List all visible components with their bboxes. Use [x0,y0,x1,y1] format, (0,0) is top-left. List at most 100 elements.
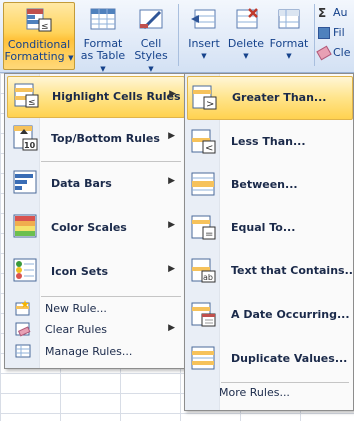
chevron-down-icon: ▼ [68,54,74,62]
less-than-icon: < [191,129,217,155]
menu-item-new-rule[interactable]: New Rule... [7,298,183,318]
fill-button[interactable]: Fil [318,24,345,42]
eraser-icon [316,45,332,61]
svg-text:10: 10 [24,141,36,150]
highlight-cells-icon: ≤ [14,83,40,109]
submenu-arrow-icon: ▶ [168,131,175,141]
submenu-item-greater-than[interactable]: > Greater Than... [187,76,353,120]
chevron-down-icon: ▼ [286,52,292,60]
format-label: Format [269,37,309,50]
top-bottom-icon: 10 [13,125,39,151]
duplicate-values-icon [191,346,217,372]
conditional-formatting-label-2: Formatting [4,50,65,63]
greater-than-icon: > [192,85,218,111]
date-occurring-icon [191,302,217,328]
submenu-item-label: Between... [231,178,298,191]
chevron-down-icon: ▼ [100,65,106,73]
autosum-label: Au [333,6,348,19]
submenu-item-date-occurring[interactable]: A Date Occurring... [187,294,351,336]
submenu-item-less-than[interactable]: < Less Than... [187,121,351,163]
autosum-button[interactable]: Σ Au [318,4,348,22]
submenu-arrow-icon: ▶ [169,89,176,99]
conditional-formatting-menu: ≤ Highlight Cells Rules ▶ 10 Top/Bottom … [4,73,186,369]
format-cells-icon [274,6,304,34]
menu-item-color-scales[interactable]: Color Scales ▶ [7,208,183,248]
format-button[interactable]: Format ▼ [268,2,310,68]
menu-item-label: New Rule... [45,302,107,315]
chevron-down-icon: ▼ [201,52,207,60]
menu-item-data-bars[interactable]: Data Bars ▶ [7,164,183,204]
cell-styles-button[interactable]: Cell Styles ▼ [130,2,172,73]
menu-divider [41,161,181,162]
insert-label: Insert [188,37,220,50]
submenu-item-label: Duplicate Values... [231,352,348,365]
highlight-cells-rules-submenu: > Greater Than... < Less Than... Between… [184,73,354,411]
delete-label: Delete [227,37,265,50]
conditional-formatting-icon: ≤ [24,7,54,35]
clear-label: Cle [333,46,351,59]
data-bars-icon [13,170,39,196]
menu-item-label: Highlight Cells Rules [52,90,181,103]
submenu-item-label: Equal To... [231,221,296,234]
between-icon [191,172,217,198]
menu-item-manage-rules[interactable]: Manage Rules... [7,341,183,361]
ribbon-group-divider [178,4,179,66]
submenu-item-label: Greater Than... [232,91,327,104]
menu-item-icon-sets[interactable]: Icon Sets ▶ [7,252,183,292]
submenu-arrow-icon: ▶ [168,323,175,333]
menu-item-highlight-cells-rules[interactable]: ≤ Highlight Cells Rules ▶ [7,76,185,118]
ribbon-group-divider [314,4,315,66]
submenu-item-label: Less Than... [231,135,306,148]
chevron-down-icon: ▼ [148,65,154,73]
delete-cells-icon [231,6,261,34]
submenu-item-label: Text that Contains... [231,264,354,277]
svg-text:≤: ≤ [41,22,49,32]
svg-text:<: < [205,143,213,154]
menu-item-clear-rules[interactable]: Clear Rules ▶ [7,319,183,339]
chevron-down-icon: ▼ [243,52,249,60]
svg-text:>: > [206,99,214,110]
menu-divider [41,296,181,297]
manage-rules-icon [15,343,31,359]
cell-styles-icon [136,6,166,34]
insert-cells-icon [189,6,219,34]
svg-text:≤: ≤ [28,98,36,108]
more-rules-item[interactable]: More Rules... [219,386,290,399]
new-rule-icon [15,300,31,316]
fill-icon [318,27,330,39]
format-as-table-button[interactable]: Format as Table ▼ [78,2,128,73]
menu-item-label: Color Scales [51,221,127,234]
conditional-formatting-button[interactable]: ≤ Conditional Formatting ▼ [3,2,75,70]
format-as-table-icon [88,6,118,34]
clear-button[interactable]: Cle [316,44,351,62]
submenu-item-between[interactable]: Between... [187,164,351,206]
menu-item-label: Data Bars [51,177,112,190]
menu-divider [221,382,349,383]
format-as-table-label-2: as Table [80,49,126,62]
svg-text:ab: ab [203,273,213,282]
clear-rules-icon [15,321,31,337]
submenu-item-label: A Date Occurring... [231,308,350,321]
menu-item-label: Clear Rules [45,323,107,336]
svg-text:=: = [205,229,213,240]
delete-button[interactable]: Delete ▼ [226,2,266,68]
submenu-arrow-icon: ▶ [168,220,175,230]
submenu-item-text-contains[interactable]: ab Text that Contains... [187,250,354,292]
menu-item-label: Top/Bottom Rules [51,132,160,145]
fill-label: Fil [333,26,345,39]
equal-to-icon: = [191,215,217,241]
submenu-arrow-icon: ▶ [168,264,175,274]
insert-button[interactable]: Insert ▼ [184,2,224,68]
ribbon: ≤ Conditional Formatting ▼ Format as Tab… [0,0,354,73]
color-scales-icon [13,214,39,240]
menu-item-label: Icon Sets [51,265,109,278]
cell-styles-label-2: Styles [134,49,168,62]
icon-sets-icon [13,258,39,284]
sigma-icon: Σ [318,6,327,20]
menu-item-top-bottom-rules[interactable]: 10 Top/Bottom Rules ▶ [7,119,183,159]
submenu-item-equal-to[interactable]: = Equal To... [187,207,351,249]
menu-item-label: Manage Rules... [45,345,133,358]
submenu-arrow-icon: ▶ [168,176,175,186]
text-contains-icon: ab [191,258,217,284]
submenu-item-duplicate-values[interactable]: Duplicate Values... [187,338,351,380]
